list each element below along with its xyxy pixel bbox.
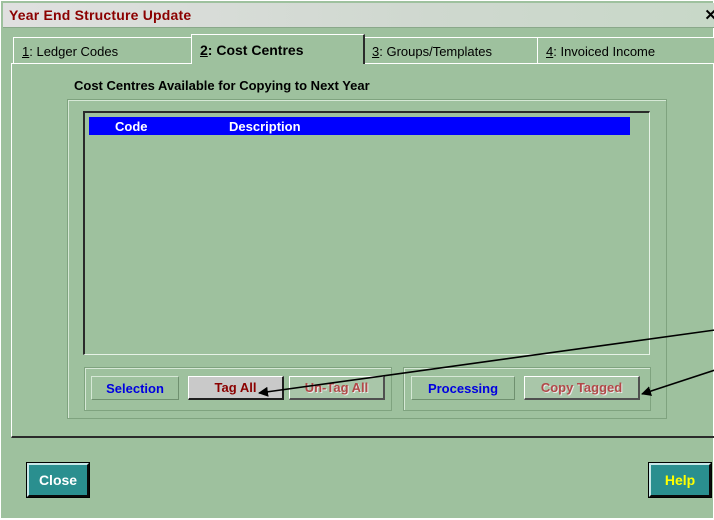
close-icon[interactable]: ✕ (704, 6, 714, 24)
tab-ledger-codes[interactable]: 1: Ledger Codes (13, 37, 193, 63)
tab-cost-centres[interactable]: 2: Cost Centres (191, 34, 365, 64)
help-button[interactable]: Help (648, 462, 712, 498)
window-title: Year End Structure Update (9, 7, 192, 23)
dialog-window: Year End Structure Update ✕ 1: Ledger Co… (0, 0, 714, 519)
tab-cost-centres-label: : Cost Centres (207, 42, 304, 58)
tab-groups-templates-label: : Groups/Templates (379, 44, 492, 59)
cost-centres-list[interactable]: Code Description (83, 111, 650, 355)
tab-cost-centres-num: 2 (200, 42, 208, 58)
tab-invoiced-income-label: : Invoiced Income (553, 44, 656, 59)
tab-ledger-codes-label: : Ledger Codes (29, 44, 119, 59)
column-description[interactable]: Description (229, 119, 301, 134)
tag-all-button[interactable]: Tag All (188, 376, 284, 400)
processing-label: Processing (411, 376, 515, 400)
tab-groups-templates[interactable]: 3: Groups/Templates (363, 37, 539, 63)
copy-tagged-button[interactable]: Copy Tagged (524, 376, 640, 400)
tab-invoiced-income[interactable]: 4: Invoiced Income (537, 37, 714, 63)
untag-all-button[interactable]: Un-Tag All (289, 376, 385, 400)
column-code[interactable]: Code (115, 119, 148, 134)
close-button[interactable]: Close (26, 462, 90, 498)
list-header[interactable]: Code Description (89, 117, 630, 135)
selection-label: Selection (91, 376, 179, 400)
section-title: Cost Centres Available for Copying to Ne… (74, 78, 370, 93)
title-bar[interactable]: Year End Structure Update ✕ (3, 3, 714, 28)
